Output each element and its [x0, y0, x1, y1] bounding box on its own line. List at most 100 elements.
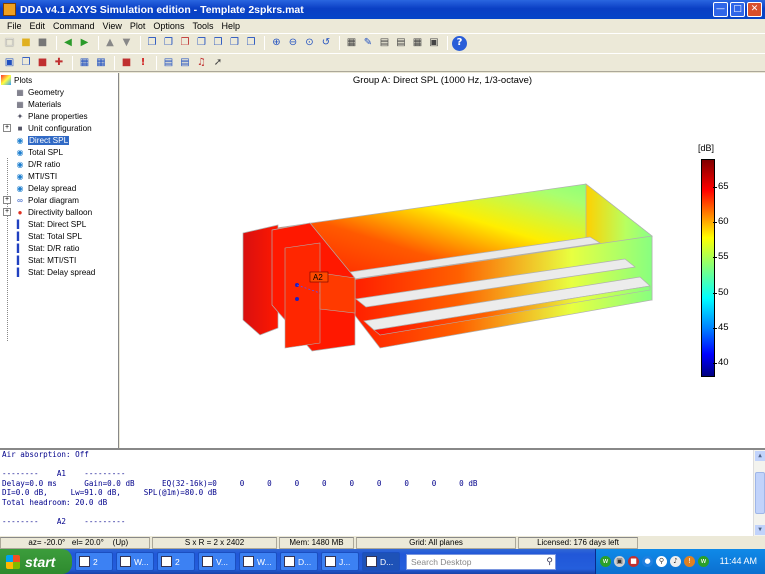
save-icon[interactable]: ■ [35, 36, 50, 51]
taskbar-button[interactable]: W... [239, 552, 277, 571]
tray-green-icon[interactable]: w [600, 556, 611, 567]
menu-file[interactable]: File [3, 21, 26, 31]
forward-arrow-icon[interactable]: ▶ [77, 36, 92, 51]
taskbar-button[interactable]: 2 [75, 552, 113, 571]
start-button[interactable]: start [0, 549, 72, 574]
spl-3d-view[interactable]: A2 [120, 73, 765, 448]
view-box-1-icon[interactable]: ❐ [145, 36, 160, 51]
help-icon[interactable]: ? [452, 35, 467, 51]
taskbar-button[interactable]: D... [362, 552, 400, 571]
toolbar2-speaker-icon[interactable]: ■ [35, 55, 50, 70]
word-icon [161, 556, 172, 567]
down-arrow-icon[interactable]: ▼ [119, 36, 134, 51]
menu-command[interactable]: Command [49, 21, 99, 31]
speaker-a2-point[interactable] [295, 297, 299, 301]
tree-item-stat-d-r-ratio[interactable]: ▍ Stat: D/R ratio [0, 242, 118, 254]
taskbar-button[interactable]: 2 [157, 552, 195, 571]
taskbar-button[interactable]: D... [280, 552, 318, 571]
expand-icon[interactable]: + [3, 208, 11, 216]
toolbar2-plot-1-icon[interactable]: ▤ [161, 55, 176, 70]
tree-item-stat-direct-spl[interactable]: ▍ Stat: Direct SPL [0, 218, 118, 230]
console-scrollbar[interactable]: ▲ ▼ [753, 450, 765, 536]
tree-item-d-r-ratio[interactable]: ◉ D/R ratio [0, 158, 118, 170]
expand-icon[interactable]: + [3, 196, 11, 204]
back-arrow-icon[interactable]: ◀ [61, 36, 76, 51]
tray-chat-icon[interactable]: ● [642, 556, 653, 567]
taskbar-button[interactable]: V... [198, 552, 236, 571]
toolbar2-copy-icon[interactable]: ❐ [19, 55, 34, 70]
tree-item-stat-mti-sti[interactable]: ▍ Stat: MTI/STI [0, 254, 118, 266]
tray-search-icon[interactable]: ⚲ [656, 556, 667, 567]
menu-options[interactable]: Options [149, 21, 188, 31]
plane-edit-icon[interactable]: ▤ [377, 36, 392, 51]
toolbar2-window-icon[interactable]: ▣ [2, 55, 17, 70]
view-box-6-icon[interactable]: ❐ [227, 36, 242, 51]
menu-plot[interactable]: Plot [126, 21, 150, 31]
tree-item-unit-configuration[interactable]: + ■ Unit configuration [0, 122, 118, 134]
tree-item-delay-spread[interactable]: ◉ Delay spread [0, 182, 118, 194]
tray-audio-icon[interactable]: ♪ [670, 556, 681, 567]
tree-item-plane-properties[interactable]: ✦ Plane properties [0, 110, 118, 122]
desktop-search-input[interactable]: Search Desktop ⚲ [406, 553, 556, 570]
zoom-fit-icon[interactable]: ⊙ [302, 36, 317, 51]
toolbar2-pointer-icon[interactable]: ➚ [211, 55, 226, 70]
maximize-button[interactable]: □ [730, 2, 745, 17]
tray-update-icon[interactable]: w [698, 556, 709, 567]
toolbar2-delete-icon[interactable]: ■ [119, 55, 134, 70]
tree-item-mti-sti[interactable]: ◉ MTI/STI [0, 170, 118, 182]
taskbar-button[interactable]: J... [321, 552, 359, 571]
bar-chart-icon: ▍ [16, 255, 24, 265]
toolbar2-plot-2-icon[interactable]: ▤ [178, 55, 193, 70]
toolbar2-layout-2-icon[interactable]: ▦ [94, 55, 109, 70]
search-icon[interactable]: ⚲ [546, 556, 553, 567]
menu-tools[interactable]: Tools [188, 21, 217, 31]
zoom-in-icon[interactable]: ⊕ [269, 36, 284, 51]
close-button[interactable]: ✕ [747, 2, 762, 17]
toolbar2-sound-icon[interactable]: ♫ [194, 55, 209, 70]
grid-icon[interactable]: ▦ [410, 36, 425, 51]
rotate-icon[interactable]: ↺ [319, 36, 334, 51]
tree-item-directivity-balloon[interactable]: + ● Directivity balloon [0, 206, 118, 218]
title-bar[interactable]: DDA v4.1 AXYS Simulation edition - Templ… [0, 0, 765, 19]
menu-view[interactable]: View [99, 21, 126, 31]
up-arrow-icon[interactable]: ▲ [103, 36, 118, 51]
view-box-3-icon[interactable]: ❐ [178, 36, 193, 51]
layers-icon[interactable]: ▤ [394, 36, 409, 51]
view-box-4-icon[interactable]: ❐ [194, 36, 209, 51]
tray-clock[interactable]: 11:44 AM [720, 556, 757, 566]
open-folder-icon[interactable]: ■ [19, 36, 34, 51]
view-box-2-icon[interactable]: ❐ [161, 36, 176, 51]
tree-item-stat-total-spl[interactable]: ▍ Stat: Total SPL [0, 230, 118, 242]
menu-edit[interactable]: Edit [26, 21, 50, 31]
scroll-up-icon[interactable]: ▲ [755, 451, 765, 461]
calculator-icon[interactable]: ▦ [344, 36, 359, 51]
window-icon[interactable]: ▣ [427, 36, 442, 51]
menu-help[interactable]: Help [217, 21, 244, 31]
view-box-5-icon[interactable]: ❐ [211, 36, 226, 51]
tree-item-materials[interactable]: ▦ Materials [0, 98, 118, 110]
tree-root-plots[interactable]: Plots [0, 74, 118, 86]
status-view-angles: az= -20.0° el= 20.0° (Up) [0, 536, 150, 549]
toolbar2-alert-icon[interactable]: ! [136, 55, 151, 70]
scroll-thumb[interactable] [755, 472, 765, 514]
plot-area[interactable]: Group A: Direct SPL (1000 Hz, 1/3-octave… [120, 73, 765, 448]
zoom-out-icon[interactable]: ⊖ [286, 36, 301, 51]
output-console[interactable]: Air absorption: Off -------- A1 ---------… [0, 448, 765, 536]
minimize-button[interactable]: — [713, 2, 728, 17]
tree-item-geometry[interactable]: ▦ Geometry [0, 86, 118, 98]
tree-item-direct-spl[interactable]: ◉ Direct SPL [0, 134, 118, 146]
tray-shield-icon[interactable]: ■ [628, 556, 639, 567]
edit-pen-icon[interactable]: ✎ [361, 36, 376, 51]
tray-network-icon[interactable]: ▣ [614, 556, 625, 567]
scroll-down-icon[interactable]: ▼ [755, 525, 765, 535]
tree-item-total-spl[interactable]: ◉ Total SPL [0, 146, 118, 158]
tree-item-polar-diagram[interactable]: + ∞ Polar diagram [0, 194, 118, 206]
expand-icon[interactable]: + [3, 124, 11, 132]
toolbar2-layout-1-icon[interactable]: ▦ [77, 55, 92, 70]
toolbar2-move-icon[interactable]: ✚ [52, 55, 67, 70]
taskbar-button[interactable]: W... [116, 552, 154, 571]
view-box-7-icon[interactable]: ❐ [244, 36, 259, 51]
new-file-icon[interactable]: □ [2, 36, 17, 51]
tree-item-stat-delay-spread[interactable]: ▍ Stat: Delay spread [0, 266, 118, 278]
tray-alert-icon[interactable]: ! [684, 556, 695, 567]
